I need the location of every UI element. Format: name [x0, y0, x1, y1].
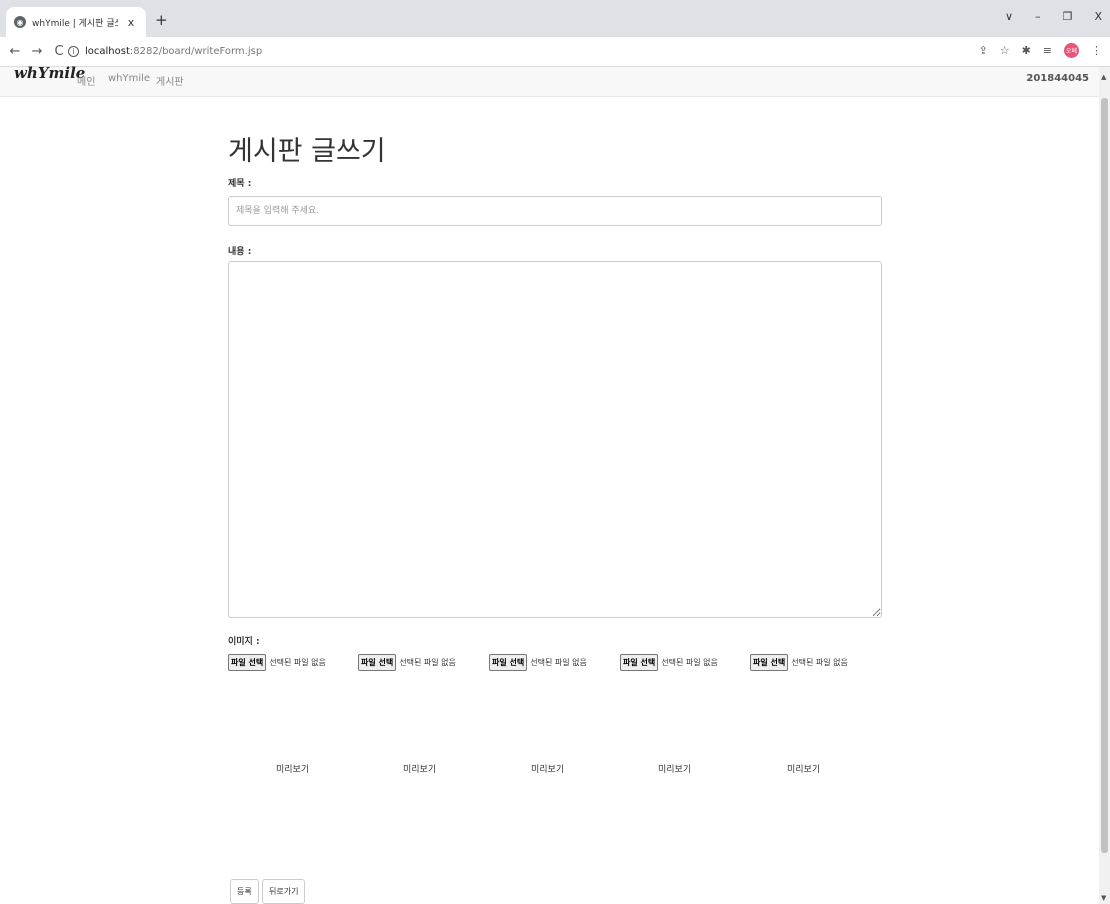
- profile-avatar[interactable]: 오페: [1064, 43, 1079, 58]
- toolbar-actions: ⇪ ☆ ✱ ≡ 오페 ⋮: [978, 43, 1102, 58]
- file-status: 선택된 파일 없음: [791, 658, 848, 667]
- browser-toolbar: ← → C i localhost:8282/board/writeForm.j…: [0, 37, 1110, 67]
- url-text: localhost:8282/board/writeForm.jsp: [85, 46, 263, 57]
- file-status: 선택된 파일 없음: [399, 658, 456, 667]
- menu-icon[interactable]: ⋮: [1091, 44, 1102, 57]
- image-preview-5: 미리보기: [787, 765, 821, 775]
- image-label: 이미지 :: [228, 637, 260, 647]
- site-navbar: whYmile 메인 whYmile 게시판 201844045: [0, 64, 1099, 97]
- content-textarea[interactable]: [228, 261, 882, 618]
- new-tab-button[interactable]: +: [155, 11, 168, 29]
- image-preview-1: 미리보기: [276, 765, 310, 775]
- back-arrow-icon[interactable]: ←: [8, 44, 22, 59]
- file-input-4[interactable]: 파일 선택 선택된 파일 없음: [620, 654, 718, 671]
- file-status: 선택된 파일 없음: [269, 658, 326, 667]
- page-viewport: whYmile 메인 whYmile 게시판 201844045 ▲ ▼ 게시판…: [0, 64, 1110, 904]
- choose-file-button[interactable]: 파일 선택: [620, 654, 659, 671]
- file-input-1[interactable]: 파일 선택 선택된 파일 없음: [228, 654, 326, 671]
- file-input-5[interactable]: 파일 선택 선택된 파일 없음: [750, 654, 848, 671]
- share-icon[interactable]: ⇪: [978, 44, 987, 57]
- file-input-3[interactable]: 파일 선택 선택된 파일 없음: [489, 654, 587, 671]
- choose-file-button[interactable]: 파일 선택: [489, 654, 528, 671]
- back-button[interactable]: 뒤로가기: [262, 879, 306, 904]
- choose-file-button[interactable]: 파일 선택: [750, 654, 789, 671]
- image-preview-2: 미리보기: [403, 765, 437, 775]
- nav-link-whymile[interactable]: whYmile: [108, 73, 150, 84]
- star-icon[interactable]: ☆: [1000, 44, 1010, 57]
- scroll-up-icon[interactable]: ▲: [1101, 73, 1106, 81]
- tab-title: whYmile | 게시판 글쓰기: [32, 18, 118, 29]
- page-title: 게시판 글쓰기: [228, 136, 386, 167]
- submit-button[interactable]: 등록: [230, 879, 259, 904]
- file-status: 선택된 파일 없음: [530, 658, 587, 667]
- choose-file-button[interactable]: 파일 선택: [228, 654, 267, 671]
- window-controls: ∨ – ❐ X: [1005, 10, 1102, 23]
- extensions-icon[interactable]: ✱: [1022, 44, 1031, 57]
- close-window-icon[interactable]: X: [1094, 10, 1102, 23]
- forward-arrow-icon[interactable]: →: [30, 44, 44, 59]
- address-bar[interactable]: i localhost:8282/board/writeForm.jsp: [68, 42, 968, 61]
- file-input-2[interactable]: 파일 선택 선택된 파일 없음: [358, 654, 456, 671]
- site-logo[interactable]: whYmile: [14, 64, 85, 82]
- scroll-down-icon[interactable]: ▼: [1101, 894, 1106, 902]
- info-icon[interactable]: i: [68, 46, 79, 57]
- minimize-icon[interactable]: –: [1035, 10, 1041, 23]
- reload-icon[interactable]: C: [52, 44, 66, 59]
- title-input[interactable]: [228, 196, 882, 226]
- reading-list-icon[interactable]: ≡: [1043, 44, 1052, 57]
- scrollbar-thumb[interactable]: [1101, 98, 1108, 853]
- nav-link-board[interactable]: 게시판: [156, 73, 184, 88]
- file-status: 선택된 파일 없음: [661, 658, 718, 667]
- title-label: 제목 :: [228, 179, 252, 189]
- close-tab-icon[interactable]: x: [124, 16, 138, 29]
- image-preview-4: 미리보기: [658, 765, 692, 775]
- page-scrollbar[interactable]: ▲ ▼: [1099, 67, 1110, 904]
- tab-search-icon[interactable]: ∨: [1005, 10, 1013, 23]
- choose-file-button[interactable]: 파일 선택: [358, 654, 397, 671]
- nav-link-main[interactable]: 메인: [77, 73, 95, 88]
- globe-icon: ◉: [14, 16, 26, 28]
- content-label: 내용 :: [228, 247, 252, 257]
- user-id[interactable]: 201844045: [1026, 73, 1089, 84]
- browser-tab[interactable]: ◉ whYmile | 게시판 글쓰기 x: [6, 7, 146, 37]
- tab-strip: ◉ whYmile | 게시판 글쓰기 x + ∨ – ❐ X: [0, 0, 1110, 37]
- restore-icon[interactable]: ❐: [1063, 10, 1073, 23]
- image-preview-3: 미리보기: [531, 765, 565, 775]
